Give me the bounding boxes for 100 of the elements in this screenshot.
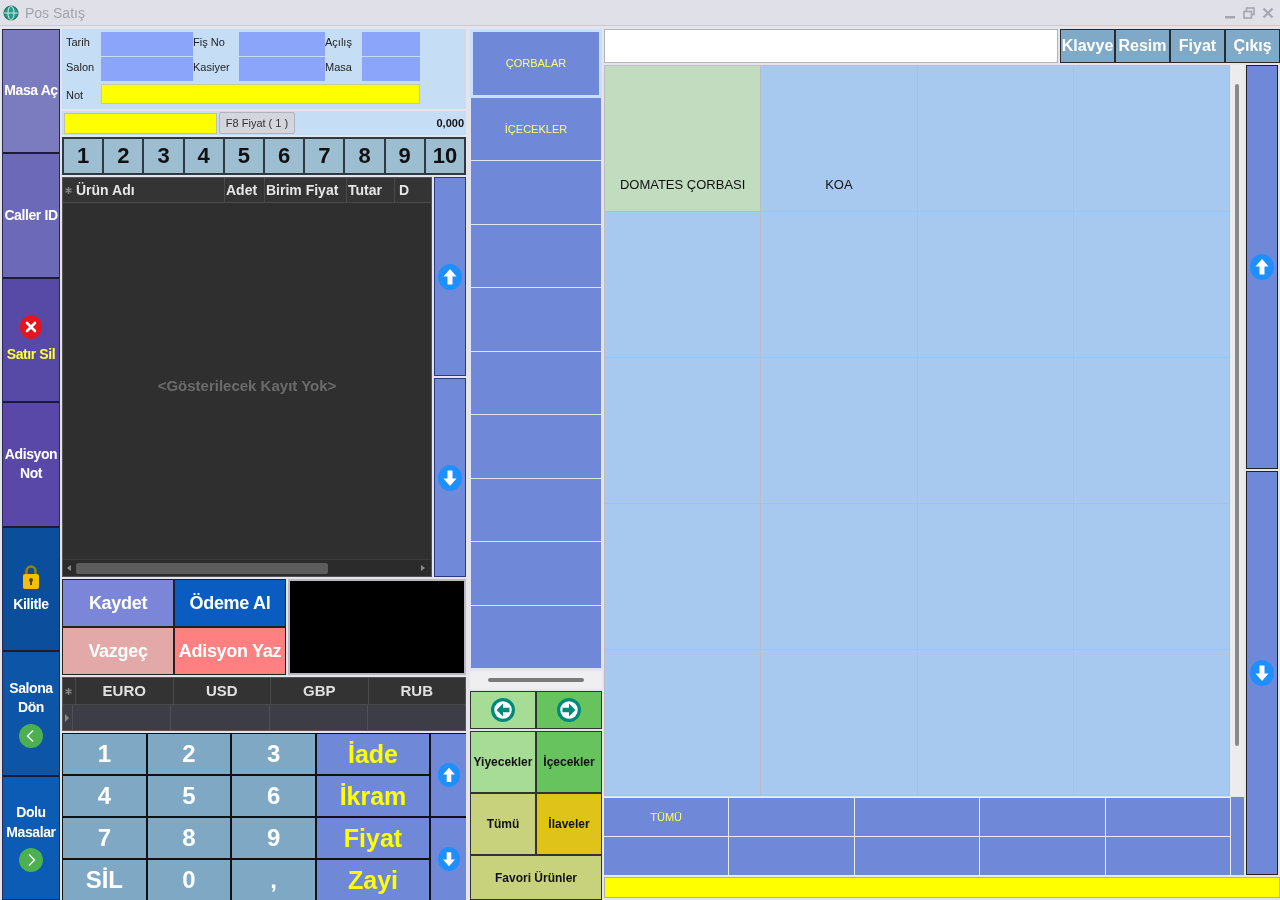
scroll-down-button[interactable] [1246, 471, 1278, 875]
number-tab[interactable]: 5 [224, 139, 263, 173]
category-button[interactable] [470, 351, 602, 415]
product-tile[interactable] [1073, 504, 1229, 649]
subcategory-button[interactable] [1105, 837, 1230, 875]
action-button[interactable]: Kaydet [63, 580, 173, 626]
column-header[interactable]: Birim Fiyat [265, 178, 347, 202]
arrow-left-icon[interactable] [67, 565, 71, 571]
number-tab[interactable]: 10 [425, 139, 465, 173]
product-tile[interactable] [605, 650, 761, 795]
group-button[interactable]: Tümü [471, 794, 535, 854]
product-tile[interactable] [1073, 212, 1229, 357]
category-button[interactable] [470, 288, 602, 352]
side-menu-button[interactable]: Adisyon Not [3, 403, 59, 526]
category-button[interactable] [470, 161, 602, 225]
field-label: Salon [66, 60, 96, 73]
product-tile[interactable] [761, 504, 917, 649]
number-tab[interactable]: 7 [305, 139, 344, 173]
category-button[interactable] [470, 478, 602, 542]
number-tab[interactable]: 1 [64, 139, 103, 173]
next-button[interactable] [537, 692, 601, 728]
side-menu-button[interactable]: Dolu Masalar [3, 776, 59, 899]
group-button[interactable]: Yiyecekler [471, 732, 535, 792]
scroll-down-button[interactable] [431, 818, 466, 900]
side-menu-button[interactable]: Satır Sil [3, 278, 59, 402]
vertical-scrollbar[interactable] [1230, 65, 1244, 796]
group-button[interactable]: İçecekler [537, 732, 601, 792]
number-tab[interactable]: 6 [265, 139, 304, 173]
side-menu-button[interactable]: Caller ID [3, 154, 59, 277]
group-button[interactable]: Favori Ürünler [471, 856, 601, 899]
input-field[interactable] [239, 57, 325, 81]
product-tile[interactable] [917, 66, 1073, 211]
arrow-up-icon [438, 263, 462, 290]
chevron-right-icon [19, 848, 43, 873]
product-tile[interactable] [761, 650, 917, 795]
product-tile[interactable] [605, 358, 761, 503]
side-menu-button[interactable]: Kilitle [3, 527, 59, 651]
number-tab[interactable]: 8 [345, 139, 384, 173]
product-tile[interactable]: KOA [761, 66, 917, 211]
field-label: Masa [325, 60, 353, 73]
input-field[interactable] [362, 57, 420, 81]
close-icon[interactable] [1262, 6, 1274, 19]
product-tile[interactable] [605, 212, 761, 357]
product-tile[interactable] [917, 650, 1073, 795]
product-tile[interactable] [917, 504, 1073, 649]
product-tile[interactable] [1073, 66, 1229, 211]
subcategory-button[interactable] [1105, 798, 1230, 836]
previous-button[interactable] [471, 692, 535, 728]
number-tab[interactable]: 3 [144, 139, 183, 173]
column-header[interactable]: Ürün Adı [75, 178, 225, 202]
number-tab[interactable]: 9 [385, 139, 424, 173]
product-tile[interactable] [917, 212, 1073, 357]
subcategory-button[interactable] [604, 837, 729, 875]
asterisk-icon [65, 186, 72, 194]
category-button[interactable] [470, 542, 602, 606]
price-button[interactable]: F8 Fiyat ( 1 ) [219, 112, 295, 134]
category-button[interactable] [470, 224, 602, 288]
restore-icon[interactable] [1243, 6, 1255, 19]
column-header[interactable]: EURO [75, 678, 173, 704]
scroll-up-button[interactable] [434, 177, 466, 376]
action-button[interactable]: Ödeme Al [175, 580, 285, 626]
column-header[interactable]: Adet [225, 178, 265, 202]
delete-icon [20, 315, 42, 340]
window-title: Pos Satış [25, 4, 85, 21]
scroll-down-button[interactable] [434, 378, 466, 577]
side-menu-button[interactable]: Salona Dön [3, 652, 59, 775]
category-button[interactable] [470, 415, 602, 479]
input-field[interactable] [64, 112, 217, 134]
number-tab[interactable]: 4 [184, 139, 223, 173]
product-tile[interactable]: DOMATES ÇORBASI [605, 66, 761, 211]
field-label: Fiş No [193, 35, 226, 48]
input-field[interactable] [239, 32, 325, 56]
arrow-up-icon [1250, 254, 1274, 280]
input-field[interactable] [101, 32, 193, 56]
scroll-up-button[interactable] [1246, 65, 1278, 469]
column-header[interactable]: D [395, 178, 410, 202]
horizontal-scrollbar[interactable] [470, 671, 602, 689]
column-header[interactable]: Tutar [347, 178, 395, 202]
horizontal-scrollbar[interactable] [63, 559, 431, 576]
search-field[interactable] [604, 29, 1058, 63]
input-field[interactable] [362, 32, 420, 56]
arrow-up-icon [437, 763, 460, 787]
product-tile[interactable] [605, 504, 761, 649]
column-header[interactable]: GBP [270, 678, 368, 704]
scroll-up-button[interactable] [431, 734, 466, 816]
column-header[interactable]: USD [172, 678, 270, 704]
product-tile[interactable] [1073, 358, 1229, 503]
group-button[interactable]: İlaveler [537, 794, 601, 854]
note-field[interactable] [101, 84, 420, 104]
category-button[interactable] [470, 605, 602, 669]
product-tile[interactable] [917, 358, 1073, 503]
product-tile[interactable] [1073, 650, 1229, 795]
column-header[interactable]: RUB [367, 678, 465, 704]
input-field[interactable] [101, 57, 193, 81]
product-tile[interactable] [761, 212, 917, 357]
number-tab[interactable]: 2 [104, 139, 143, 173]
arrow-right-icon[interactable] [421, 565, 425, 571]
product-tile[interactable] [761, 358, 917, 503]
side-menu-button[interactable]: Masa Aç [3, 30, 59, 153]
arrow-left-icon [491, 698, 515, 722]
